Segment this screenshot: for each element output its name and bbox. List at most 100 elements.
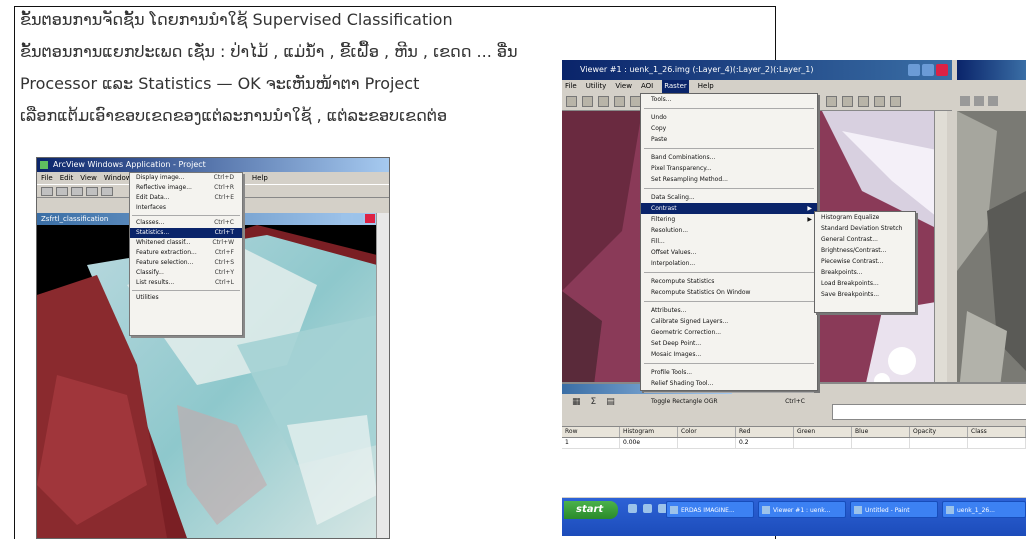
print-icon[interactable] <box>598 96 609 107</box>
menu-item[interactable]: Interpolation... <box>641 258 817 269</box>
grid-icon[interactable]: ▦ <box>572 397 581 409</box>
submenu-item[interactable]: General Contrast... <box>815 234 915 245</box>
submenu-item[interactable]: Save Breakpoints... <box>815 289 915 300</box>
table-cell[interactable] <box>968 438 1026 448</box>
menu-item[interactable]: List results... Ctrl+L <box>130 278 242 288</box>
menu-item[interactable]: Pixel Transparency... <box>641 163 817 174</box>
table-cell[interactable] <box>794 438 852 448</box>
menu-window[interactable]: Window <box>104 172 132 184</box>
satellite-image-grayscale[interactable] <box>957 111 1026 410</box>
menu-aoi[interactable]: AOI <box>641 80 653 93</box>
column-header[interactable]: Green <box>794 427 852 437</box>
column-header[interactable]: Class <box>968 427 1026 437</box>
formula-input[interactable] <box>832 404 1026 420</box>
menu-item[interactable]: Contrast ▶ <box>641 203 817 214</box>
menu-item[interactable]: Reflective image... Ctrl+R <box>130 183 242 193</box>
menu-item[interactable]: Recompute Statistics On Window <box>641 287 817 298</box>
toolbar-button[interactable] <box>960 96 970 106</box>
table-cell[interactable]: 0.2 <box>736 438 794 448</box>
menu-item[interactable]: Classify... Ctrl+Y <box>130 268 242 278</box>
menu-help[interactable]: Help <box>698 80 714 93</box>
menu-item[interactable]: Feature extraction... Ctrl+F <box>130 248 242 258</box>
image-scrollbar[interactable] <box>934 111 947 401</box>
menu-item[interactable]: Copy <box>641 123 817 134</box>
menu-item[interactable]: Filtering ▶ <box>641 214 817 225</box>
menu-item[interactable]: Band Combinations... <box>641 152 817 163</box>
menu-item[interactable]: Profile Tools... <box>641 367 817 378</box>
menu-edit[interactable]: Edit <box>60 172 74 184</box>
menu-item[interactable]: Resolution... <box>641 225 817 236</box>
menu-item[interactable]: Geometric Correction... <box>641 327 817 338</box>
toolbar-button[interactable] <box>974 96 984 106</box>
table-cell[interactable]: 0.00e <box>620 438 678 448</box>
taskbar-task-button[interactable]: Viewer #1 : uenk... <box>758 501 846 518</box>
minimize-icon[interactable] <box>908 64 920 76</box>
menu-raster[interactable]: Raster <box>662 80 689 93</box>
pointer-icon[interactable] <box>826 96 837 107</box>
table-cell[interactable] <box>678 438 736 448</box>
quick-launch-icon[interactable] <box>628 504 637 513</box>
submenu-item[interactable]: Brightness/Contrast... <box>815 245 915 256</box>
column-header[interactable]: Red <box>736 427 794 437</box>
menu-item[interactable]: Utilities <box>130 293 242 303</box>
save-icon[interactable] <box>582 96 593 107</box>
menu-item[interactable]: Data Scaling... <box>641 192 817 203</box>
zoom-in-icon[interactable] <box>842 96 853 107</box>
second-viewer-titlebar[interactable] <box>957 60 1026 80</box>
menu-item[interactable]: Display image... Ctrl+D <box>130 173 242 183</box>
menu-item[interactable]: Interfaces <box>130 203 242 213</box>
menu-view[interactable]: View <box>615 80 632 93</box>
toolbar-button[interactable] <box>101 187 113 196</box>
submenu-item[interactable]: Load Breakpoints... <box>815 278 915 289</box>
submenu-item[interactable]: Histogram Equalize <box>815 212 915 223</box>
menu-item[interactable]: Calibrate Signed Layers... <box>641 316 817 327</box>
menu-item[interactable]: Attributes... <box>641 305 817 316</box>
menu-item[interactable]: Feature selection... Ctrl+S <box>130 258 242 268</box>
submenu-item[interactable]: Piecewise Contrast... <box>815 256 915 267</box>
minimize-icon[interactable] <box>341 214 351 223</box>
menu-view[interactable]: View <box>80 172 97 184</box>
menu-item[interactable]: Offset Values... <box>641 247 817 258</box>
left-window-titlebar[interactable]: ArcView Windows Application - Project <box>37 158 389 172</box>
toolbar-button[interactable] <box>41 187 53 196</box>
close-icon[interactable] <box>365 214 375 223</box>
start-button[interactable]: start <box>564 501 618 519</box>
roam-icon[interactable] <box>890 96 901 107</box>
close-icon[interactable] <box>936 64 948 76</box>
column-header[interactable]: Color <box>678 427 736 437</box>
menu-item[interactable]: Fill... <box>641 236 817 247</box>
submenu-item[interactable]: Breakpoints... <box>815 267 915 278</box>
open-icon[interactable] <box>566 96 577 107</box>
menu-item[interactable]: Mosaic Images... <box>641 349 817 360</box>
taskbar-task-button[interactable]: Untitled - Paint <box>850 501 938 518</box>
menu-item[interactable]: Edit Data... Ctrl+E <box>130 193 242 203</box>
pan-icon[interactable] <box>874 96 885 107</box>
toolbar-button[interactable] <box>71 187 83 196</box>
table-cell[interactable] <box>852 438 910 448</box>
menu-item[interactable]: Relief Shading Tool... <box>641 378 817 389</box>
column-header[interactable]: Blue <box>852 427 910 437</box>
table-cell[interactable]: 1 <box>562 438 620 448</box>
column-header[interactable]: Row <box>562 427 620 437</box>
viewer-titlebar[interactable]: Viewer #1 : uenk_1_26.img (:Layer_4)(:La… <box>562 60 952 80</box>
taskbar-task-button[interactable]: ERDAS IMAGINE... <box>666 501 754 518</box>
menu-item[interactable]: Undo <box>641 112 817 123</box>
menu-item[interactable]: Set Deep Point... <box>641 338 817 349</box>
column-header[interactable]: Opacity <box>910 427 968 437</box>
toolbar-button[interactable] <box>86 187 98 196</box>
zoom-out-icon[interactable] <box>858 96 869 107</box>
menu-file[interactable]: File <box>41 172 53 184</box>
taskbar-task-button[interactable]: uenk_1_26... <box>942 501 1026 518</box>
menu-item[interactable]: Set Resampling Method... <box>641 174 817 185</box>
toolbar-button[interactable] <box>988 96 998 106</box>
menu-item[interactable]: Tools... <box>641 94 817 105</box>
column-header[interactable]: Histogram <box>620 427 678 437</box>
sigma-icon[interactable]: Σ <box>591 397 597 409</box>
maximize-icon[interactable] <box>922 64 934 76</box>
table-cell[interactable] <box>910 438 968 448</box>
toolbar-button[interactable] <box>56 187 68 196</box>
quick-launch-icon[interactable] <box>643 504 652 513</box>
menu-help[interactable]: Help <box>252 172 268 184</box>
menu-item[interactable]: Toggle Rectangle OGR Ctrl+C <box>641 396 817 407</box>
menu-item[interactable]: Recompute Statistics <box>641 276 817 287</box>
